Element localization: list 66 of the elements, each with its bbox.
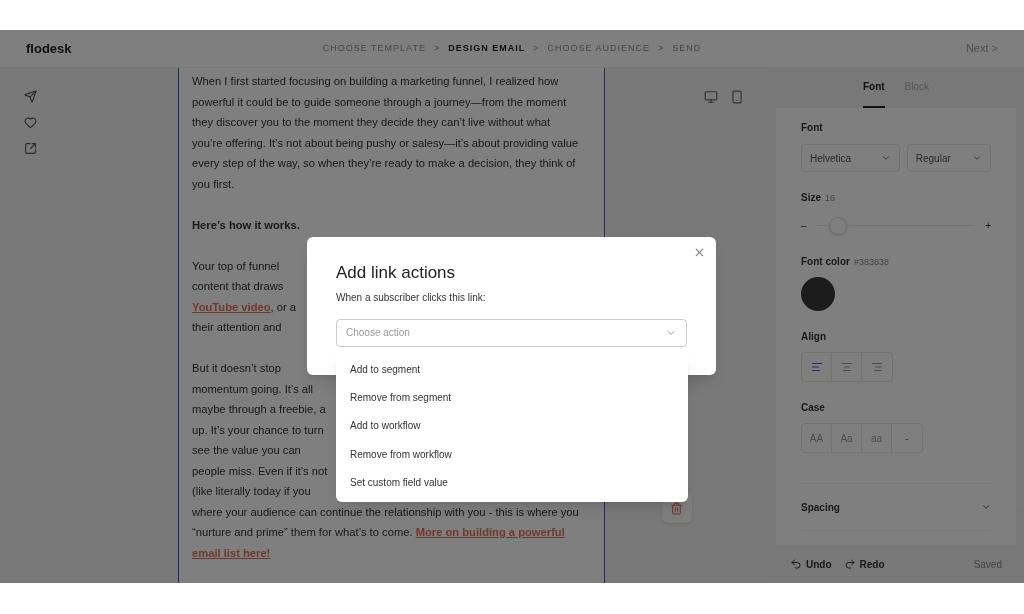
dropdown-option[interactable]: Add to segment [336,355,688,384]
body-text: (like literally today if you [192,485,311,497]
body-text: they discover you to the moment they decide they can’t live without what [192,116,551,128]
font-color-label: Font color [801,254,850,269]
body-text: Your top of funnel [192,259,280,272]
align-icon [840,361,853,373]
chevron-icon [972,153,982,163]
body-text: powerful it could be to guide someone through a journey—from the moment [192,95,567,108]
case-label: Case [801,401,826,415]
align-icon [871,361,883,373]
text-link[interactable]: email list here! [192,546,271,559]
desktop-icon[interactable] [704,90,718,104]
text-link[interactable]: YouTube video [192,300,271,313]
font-family-select[interactable]: Helvetica [801,144,900,172]
undo-button[interactable]: Undo [790,556,832,572]
action-select[interactable]: Choose action [336,318,687,347]
dropdown-option[interactable]: Remove from workflow [336,440,688,469]
body-text: “nurture and prime” them for what’s to come. [192,526,414,538]
body-text: you’re offering. It’s not about being pushy or salesy—it’s about providing value [192,136,579,149]
font-label: Font [801,121,824,135]
size-label: Size [801,191,821,205]
body-text: their attention and [192,321,282,333]
bold-heading: Here’s how it works. [192,218,300,231]
external-link-icon[interactable] [24,142,37,155]
send-icon[interactable] [24,90,37,103]
body-text: When I first started focusing on building a marketing funnel, I realized how [192,75,559,87]
spacing-section[interactable]: Spacing [801,483,991,531]
dialog-title: Add link actions [336,262,457,284]
redo-button[interactable]: Redo [843,556,885,572]
body-text: But it doesn’t stop [192,362,281,374]
body-text: momentum going. It’s all [192,382,314,395]
increase-button[interactable]: + [985,218,991,233]
close-icon[interactable] [693,246,706,259]
font-weight-select[interactable]: Regular [906,144,991,172]
logo[interactable]: flodesk [26,38,323,59]
step-separator: > [658,41,665,55]
color-swatch[interactable] [801,277,835,311]
body-text: you first. [192,177,235,190]
text-link[interactable]: More on building a powerful [415,526,565,538]
align-icon [810,361,823,373]
mobile-icon[interactable] [730,90,744,104]
dropdown-option[interactable]: Set custom field value [336,468,688,497]
body-text: maybe through a freebie, a [192,403,326,415]
decrease-button[interactable]: – [801,218,807,233]
trash-icon [670,501,683,515]
dropdown-option[interactable]: Remove from segment [336,383,688,412]
body-text: people miss. Even if it’s not [192,464,328,477]
body-text: content that draws [192,280,284,292]
redo-icon [843,558,856,570]
step-link[interactable]: SEND [672,41,702,56]
align-label: Align [801,330,827,344]
dialog-subtitle: When a subscriber clicks this link: [336,290,487,305]
body-text: where your audience can continue the relationship with you - this is where you [192,505,579,518]
step-separator: > [533,41,540,55]
body-text: every step of the way, so when they’re ready to make a decision, they think of [192,157,576,169]
step-link[interactable]: DESIGN EMAIL [448,41,526,56]
size-value: 16 [825,192,836,205]
body-text: see the value you can [192,444,301,456]
body-text: , or a [270,300,297,313]
chevron-icon [880,153,891,163]
dropdown-option[interactable]: Add to workflow [336,411,688,441]
body-text: up. It’s your chance to turn [192,423,324,436]
heart-icon[interactable] [24,116,37,129]
undo-icon [790,558,802,570]
case-button[interactable]: - [892,424,922,452]
step-separator: > [433,41,441,55]
